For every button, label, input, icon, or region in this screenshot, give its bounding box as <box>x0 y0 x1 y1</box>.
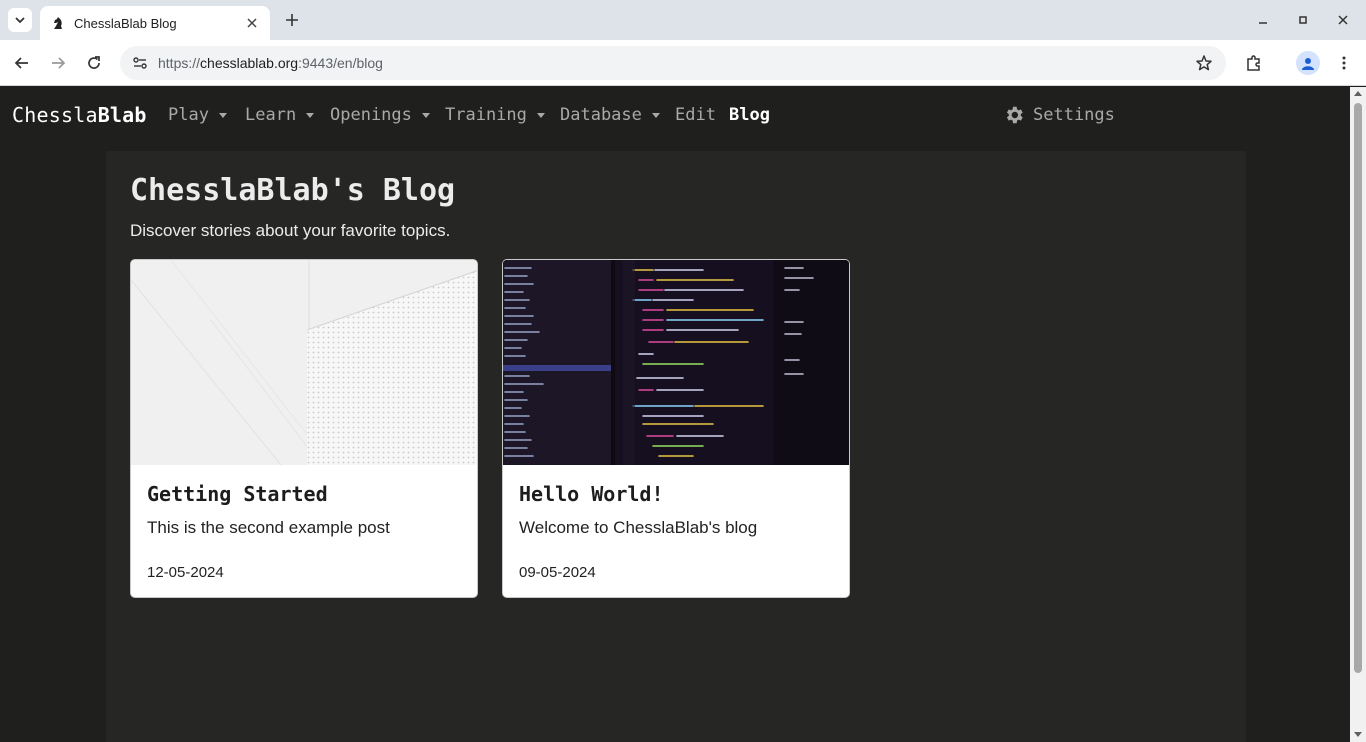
profile-avatar-icon[interactable] <box>1296 51 1320 75</box>
post-date: 09-05-2024 <box>519 564 596 581</box>
brand-logo[interactable]: ChesslaBlab <box>12 103 147 127</box>
page-subtitle: Discover stories about your favorite top… <box>130 221 451 240</box>
nav-database[interactable]: Database <box>560 105 660 125</box>
nav-learn[interactable]: Learn <box>245 105 315 125</box>
site-info-icon[interactable] <box>124 49 156 77</box>
post-excerpt: Welcome to ChesslaBlab's blog <box>519 518 758 537</box>
back-button[interactable] <box>10 51 34 75</box>
page-title: ChesslaBlab's Blog <box>130 173 456 208</box>
reload-button[interactable] <box>82 51 106 75</box>
caret-down-icon <box>306 112 315 118</box>
caret-down-icon <box>651 112 660 118</box>
nav-label: Play <box>168 105 209 125</box>
site-navbar: ChesslaBlab Play Learn Openings Training… <box>0 87 1350 143</box>
extensions-button[interactable] <box>1242 51 1266 75</box>
post-title[interactable]: Getting Started <box>147 482 461 506</box>
nav-label: Learn <box>245 105 297 125</box>
post-date: 12-05-2024 <box>147 564 224 581</box>
post-card[interactable]: Hello World! Welcome to ChesslaBlab's bl… <box>502 259 850 598</box>
forward-button[interactable] <box>46 51 70 75</box>
gear-icon <box>1006 106 1023 124</box>
url-path: :9443/en/blog <box>298 55 383 71</box>
tab-search-button[interactable] <box>8 8 32 32</box>
page-viewport: ChesslaBlab Play Learn Openings Training… <box>0 87 1350 742</box>
maximize-icon <box>1299 16 1307 24</box>
browser-tabstrip: ChesslaBlab Blog <box>0 0 1366 40</box>
post-title[interactable]: Hello World! <box>519 482 833 506</box>
browser-toolbar: https://chesslablab.org:9443/en/blog <box>0 40 1366 86</box>
close-window-button[interactable] <box>1329 8 1357 32</box>
nav-label: Edit <box>675 105 716 125</box>
nav-label: Database <box>560 105 642 125</box>
tab-title: ChesslaBlab Blog <box>74 15 177 31</box>
url-host: chesslablab.org <box>200 55 299 71</box>
settings-link[interactable]: Settings <box>1003 104 1115 126</box>
nav-edit[interactable]: Edit <box>675 105 716 125</box>
new-tab-button[interactable] <box>280 8 304 32</box>
nav-blog[interactable]: Blog <box>729 105 770 125</box>
post-body: Hello World! Welcome to ChesslaBlab's bl… <box>503 465 849 597</box>
chevron-down-icon <box>15 17 25 24</box>
more-vertical-icon <box>1342 56 1346 70</box>
scroll-down-arrow-icon[interactable] <box>1354 732 1362 737</box>
url-scheme: https:// <box>158 55 201 71</box>
close-tab-icon[interactable] <box>244 15 260 31</box>
post-card[interactable]: Getting Started This is the second examp… <box>130 259 478 598</box>
post-body: Getting Started This is the second examp… <box>131 465 477 597</box>
minimize-icon <box>1259 22 1267 24</box>
arrow-left-icon <box>14 57 28 69</box>
nav-play[interactable]: Play <box>168 105 227 125</box>
scrollbar-thumb[interactable] <box>1354 103 1362 673</box>
maximize-button[interactable] <box>1289 8 1317 32</box>
nav-openings[interactable]: Openings <box>330 105 430 125</box>
nav-label: Blog <box>729 105 770 125</box>
nav-training[interactable]: Training <box>445 105 545 125</box>
blog-container: ChesslaBlab's Blog Discover stories abou… <box>106 151 1246 742</box>
url-text: https://chesslablab.org:9443/en/blog <box>158 55 383 71</box>
minimize-button[interactable] <box>1249 8 1277 32</box>
brand-light: Chessla <box>12 103 98 127</box>
reload-icon <box>88 56 100 69</box>
arrow-right-icon <box>52 57 66 69</box>
caret-down-icon <box>218 112 227 118</box>
close-icon <box>1338 15 1348 25</box>
nav-label: Openings <box>330 105 412 125</box>
browser-tab-active[interactable]: ChesslaBlab Blog <box>40 6 270 40</box>
address-bar[interactable]: https://chesslablab.org:9443/en/blog <box>120 46 1226 80</box>
page-scrollbar[interactable] <box>1350 87 1366 742</box>
knight-favicon-icon <box>50 15 66 31</box>
browser-menu-button[interactable] <box>1332 51 1356 75</box>
post-image <box>503 260 849 465</box>
caret-down-icon <box>421 112 430 118</box>
caret-down-icon <box>536 112 545 118</box>
nav-label: Training <box>445 105 527 125</box>
post-image <box>131 260 477 465</box>
plus-icon <box>286 14 298 26</box>
brand-bold: Blab <box>97 103 147 127</box>
scroll-up-arrow-icon[interactable] <box>1354 91 1362 96</box>
puzzle-icon <box>1247 55 1260 71</box>
post-excerpt: This is the second example post <box>147 518 390 537</box>
settings-label: Settings <box>1033 105 1115 125</box>
bookmark-star-icon[interactable] <box>1192 51 1216 75</box>
